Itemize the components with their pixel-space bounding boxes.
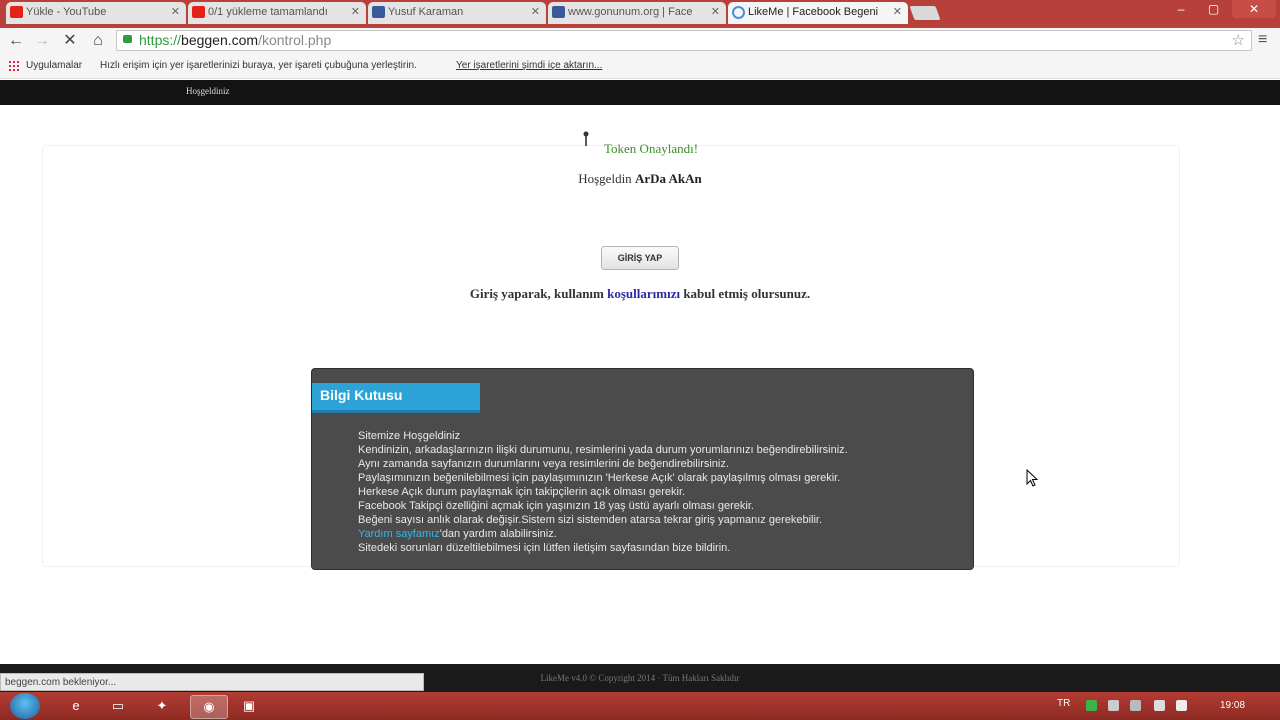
user-name: ArDa AkAn — [634, 171, 702, 186]
tray-app-icon[interactable] — [1086, 700, 1097, 711]
flag-icon[interactable] — [1154, 700, 1165, 711]
info-box-title: Bilgi Kutusu — [312, 383, 480, 413]
welcome-message: Hoşgeldin ArDa AkAn — [0, 171, 1280, 187]
info-box: Bilgi Kutusu Sitemize Hoşgeldiniz Kendin… — [311, 368, 974, 570]
tab-youtube-upload[interactable]: Yükle - YouTube ✕ — [6, 2, 186, 24]
loading-icon — [732, 6, 745, 19]
tab-yusuf-karaman[interactable]: Yusuf Karaman ✕ — [368, 2, 546, 24]
info-box-body: Sitemize Hoşgeldiniz Kendinizin, arkadaş… — [358, 429, 958, 555]
url-host: beggen.com — [181, 32, 259, 48]
nav-welcome-link[interactable]: Hoşgeldiniz — [186, 86, 230, 96]
language-indicator[interactable]: TR — [1057, 692, 1070, 716]
url-scheme: https:// — [139, 32, 182, 48]
url-path: /kontrol.php — [258, 32, 332, 48]
bookmark-star-icon[interactable]: ☆ — [1232, 31, 1245, 50]
tab-label: LikeMe | Facebook Begeni — [748, 6, 879, 18]
site-navbar: Hoşgeldiniz — [0, 80, 1280, 105]
tab-strip: Yükle - YouTube ✕ 0/1 yükleme tamamlandı… — [0, 0, 1280, 28]
tab-gonunum[interactable]: www.gonunum.org | Face ✕ — [548, 2, 726, 24]
new-tab-button[interactable] — [909, 6, 941, 20]
start-button[interactable] — [10, 693, 40, 719]
tray-app-icon[interactable] — [1108, 700, 1119, 711]
close-window-button[interactable]: ✕ — [1232, 0, 1276, 18]
apps-grid-icon — [8, 60, 19, 71]
windows-taskbar: e ▭ ✦ ◉ ▣ TR 19:08 — [0, 692, 1280, 720]
browser-toolbar: ← → ✕ ⌂ https://beggen.com/kontrol.php ☆… — [0, 28, 1280, 54]
youtube-icon — [10, 6, 23, 18]
close-icon[interactable]: ✕ — [171, 2, 180, 22]
maximize-button[interactable]: ▢ — [1200, 0, 1228, 18]
key-icon — [583, 131, 589, 146]
import-bookmarks-link[interactable]: Yer işaretlerini şimdi içe aktarın... — [456, 54, 602, 78]
welcome-prefix: Hoşgeldin — [578, 171, 632, 186]
tab-label: www.gonunum.org | Face — [568, 6, 693, 18]
menu-icon[interactable]: ≡ — [1258, 31, 1267, 49]
forward-arrow-icon[interactable]: → — [32, 31, 52, 51]
folder-icon[interactable]: ▭ — [104, 695, 132, 717]
terms-link[interactable]: koşullarımızı — [607, 286, 680, 301]
info-line: Sitemize Hoşgeldiniz — [358, 430, 461, 442]
status-bubble: beggen.com bekleniyor... — [0, 673, 424, 691]
address-bar[interactable]: https://beggen.com/kontrol.php ☆ — [116, 30, 1252, 51]
chrome-icon[interactable]: ◉ — [190, 695, 228, 719]
token-status: Token Onaylandı! — [604, 141, 699, 156]
info-line: Facebook Takipçi özelliğini açmak için y… — [358, 500, 754, 512]
lock-icon — [123, 35, 132, 43]
info-line: Herkese Açık durum paylaşmak için takipç… — [358, 486, 686, 498]
terms-prefix: Giriş yaparak, kullanım — [469, 286, 604, 301]
terms-suffix: kabul etmiş olursunuz. — [683, 286, 811, 301]
mouse-cursor-icon — [1026, 469, 1038, 487]
login-button[interactable]: GİRİŞ YAP — [601, 246, 679, 270]
youtube-icon — [192, 6, 205, 18]
bookmarks-bar: Uygulamalar Hızlı erişim için yer işaret… — [0, 54, 1280, 79]
bookmarks-hint: Hızlı erişim için yer işaretlerinizi bur… — [100, 60, 417, 71]
facebook-icon — [372, 6, 385, 18]
apps-link[interactable]: Uygulamalar — [26, 54, 82, 78]
info-line: Paylaşımınızın beğenilebilmesi için payl… — [358, 472, 841, 484]
info-line: Sitedeki sorunları düzeltilebilmesi için… — [358, 542, 731, 554]
info-line: Aynı zamanda sayfanızın durumlarını veya… — [358, 458, 729, 470]
close-icon[interactable]: ✕ — [531, 2, 540, 22]
info-line: Beğeni sayısı anlık olarak değişir.Siste… — [358, 514, 823, 526]
internet-explorer-icon[interactable]: e — [62, 695, 90, 717]
tab-upload-complete[interactable]: 0/1 yükleme tamamlandı ✕ — [188, 2, 366, 24]
home-icon[interactable]: ⌂ — [88, 31, 108, 51]
volume-icon[interactable] — [1176, 700, 1187, 711]
tab-likeme[interactable]: LikeMe | Facebook Begeni ✕ — [728, 2, 908, 24]
minimize-button[interactable]: – — [1167, 0, 1195, 18]
close-icon[interactable]: ✕ — [893, 2, 902, 22]
terms-notice: Giriş yaparak, kullanım koşullarımızı ka… — [0, 286, 1280, 302]
tab-label: Yükle - YouTube — [26, 6, 107, 18]
info-line: Kendinizin, arkadaşlarınızın ilişki duru… — [358, 444, 848, 456]
close-icon[interactable]: ✕ — [711, 2, 720, 22]
clock[interactable]: 19:08 — [1220, 692, 1245, 720]
help-suffix: 'dan yardım alabilirsiniz. — [439, 528, 557, 540]
help-page-link[interactable]: Yardım sayfamız — [358, 528, 440, 540]
recorder-icon[interactable]: ▣ — [232, 695, 266, 717]
back-arrow-icon[interactable]: ← — [6, 31, 26, 51]
close-icon[interactable]: ✕ — [351, 2, 360, 22]
stop-icon[interactable]: ✕ — [60, 31, 80, 51]
window-controls: – ▢ ✕ — [1167, 0, 1276, 20]
app-icon[interactable]: ✦ — [148, 695, 176, 717]
facebook-icon — [552, 6, 565, 18]
network-icon[interactable] — [1130, 700, 1141, 711]
tab-label: Yusuf Karaman — [388, 6, 464, 18]
tab-label: 0/1 yükleme tamamlandı — [208, 6, 328, 18]
info-line: Yardım sayfamız'dan yardım alabilirsiniz… — [358, 527, 958, 541]
